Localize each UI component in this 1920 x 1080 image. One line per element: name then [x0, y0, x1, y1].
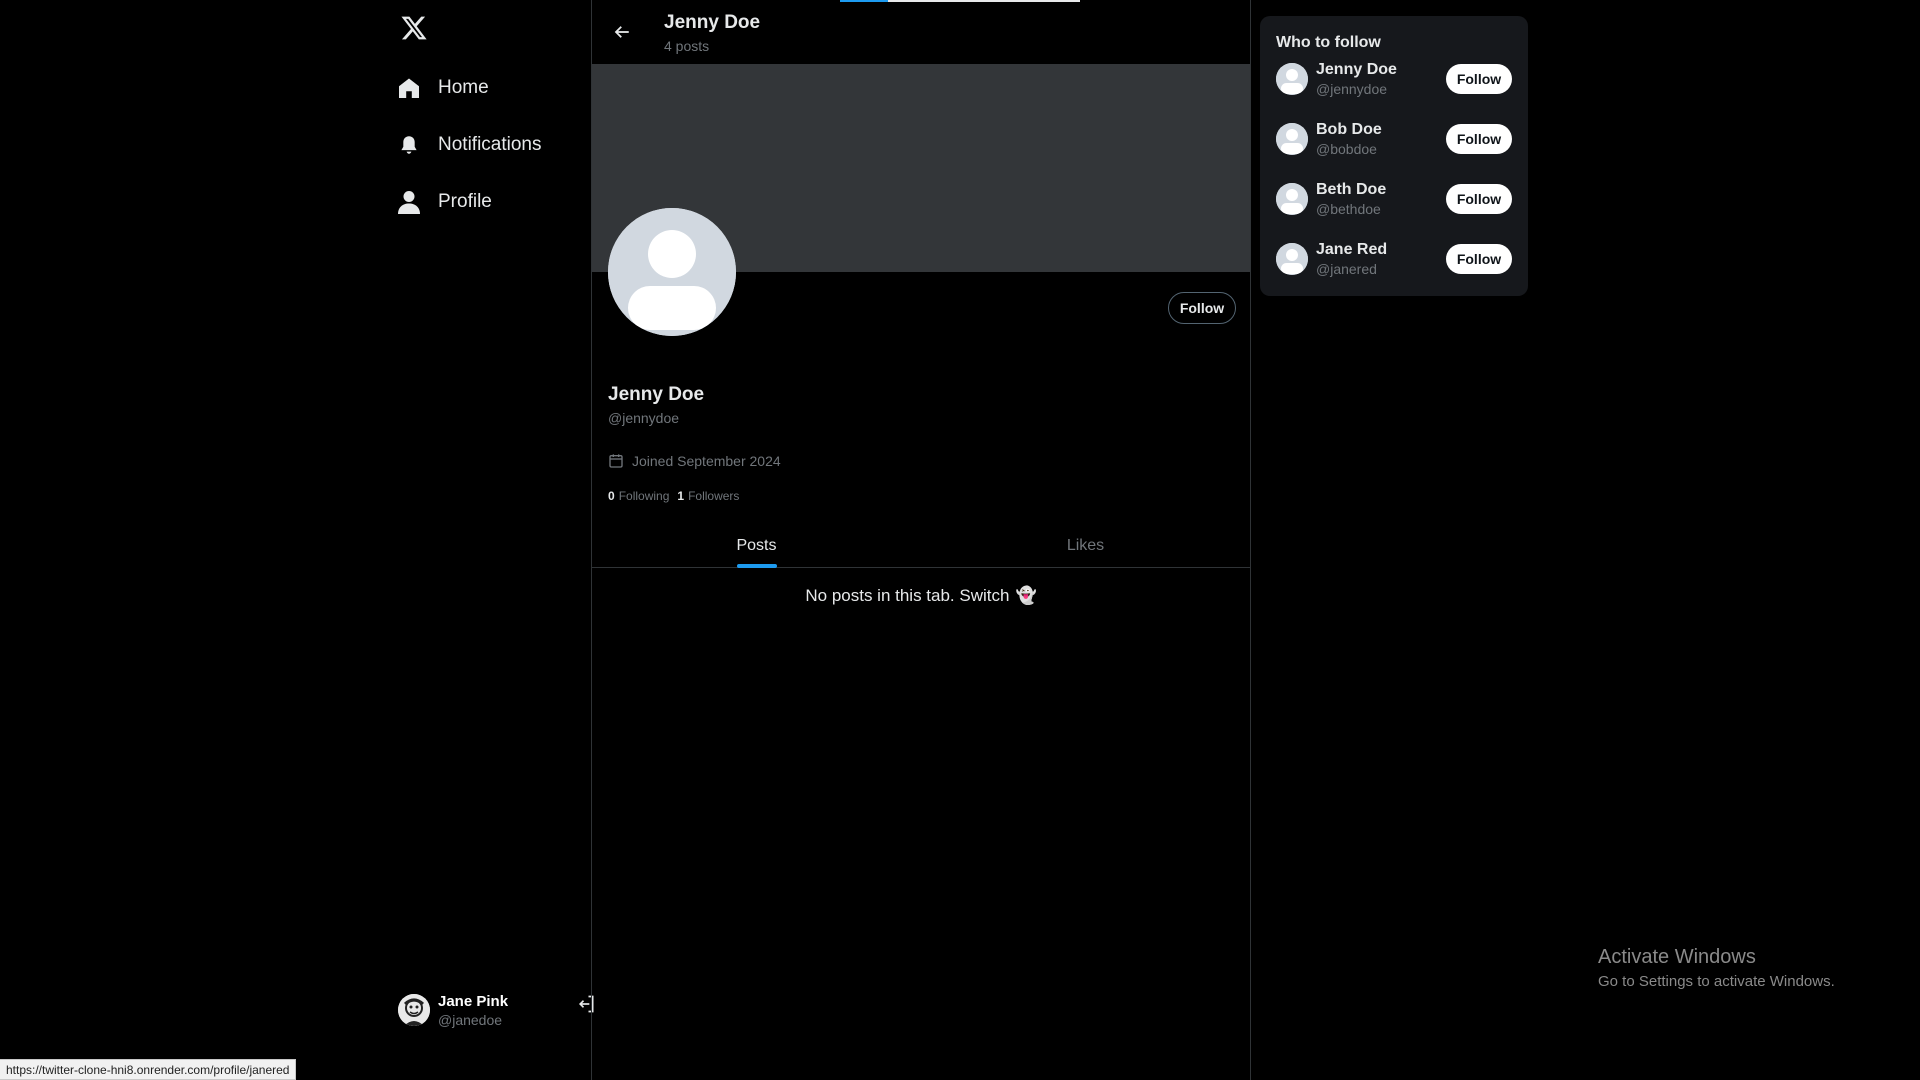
suggested-user-handle: @bobdoe: [1316, 141, 1377, 157]
following-label: Following: [618, 489, 670, 503]
page-title: Jenny Doe: [664, 12, 761, 33]
windows-activation-watermark: Activate Windows Go to Settings to activ…: [1598, 946, 1835, 990]
suggested-user-name: Beth Doe: [1316, 181, 1387, 198]
avatar: [1276, 63, 1308, 95]
main-nav: Home Notifications Profile: [388, 66, 550, 237]
tab-label: Likes: [1066, 536, 1105, 554]
avatar: [1276, 183, 1308, 215]
suggested-user-handle: @janered: [1316, 261, 1377, 277]
following-link[interactable]: 0 Following: [608, 489, 669, 503]
left-sidebar: Home Notifications Profile Jane Pink @ja…: [376, 0, 594, 1080]
main-column: Jenny Doe 4 posts Follow Jenny Doe @jenn…: [592, 0, 1250, 1080]
follow-counts: 0 Following 1 Followers: [608, 489, 747, 503]
followers-count: 1: [677, 489, 685, 503]
arrow-left-icon: [614, 26, 629, 38]
follow-button[interactable]: Follow: [1446, 124, 1512, 154]
who-to-follow-panel: Who to follow Jenny Doe @jennydoe Follow…: [1260, 16, 1528, 296]
follow-button[interactable]: Follow: [1446, 184, 1512, 214]
suggested-user-name: Jenny Doe: [1316, 61, 1397, 78]
profile-name: Jenny Doe: [608, 384, 705, 405]
suggested-user[interactable]: Beth Doe @bethdoe Follow: [1276, 176, 1512, 222]
watermark-subtitle: Go to Settings to activate Windows.: [1598, 973, 1835, 990]
sidebar-item-notifications[interactable]: Notifications: [388, 123, 550, 167]
follow-button[interactable]: Follow: [1446, 64, 1512, 94]
suggested-user[interactable]: Jane Red @janered Follow: [1276, 236, 1512, 282]
ghost-icon: 👻: [1015, 586, 1037, 605]
following-count: 0: [608, 489, 615, 503]
user-icon: [396, 189, 422, 215]
joined-date: Joined September 2024: [608, 453, 781, 469]
follow-button[interactable]: Follow: [1168, 292, 1236, 324]
suggested-user[interactable]: Bob Doe @bobdoe Follow: [1276, 116, 1512, 162]
account-handle: @janedoe: [438, 1011, 503, 1028]
who-to-follow-title: Who to follow: [1276, 34, 1381, 51]
sidebar-item-label: Profile: [438, 191, 492, 212]
empty-feed-message: No posts in this tab. Switch 👻: [592, 586, 1250, 606]
bell-icon: [396, 132, 422, 158]
post-count: 4 posts: [664, 38, 710, 54]
sidebar-item-profile[interactable]: Profile: [388, 180, 550, 224]
avatar: [1276, 243, 1308, 275]
suggested-user[interactable]: Jenny Doe @jennydoe Follow: [1276, 56, 1512, 102]
sidebar-item-home[interactable]: Home: [388, 66, 550, 110]
tab-likes[interactable]: Likes: [921, 524, 1250, 567]
home-icon: [396, 75, 422, 101]
tab-label: Posts: [736, 536, 777, 554]
x-logo-icon[interactable]: [394, 8, 434, 48]
link-preview-statusbar: https://twitter-clone-hni8.onrender.com/…: [0, 1059, 297, 1080]
followers-label: Followers: [688, 489, 740, 503]
account-name: Jane Pink: [438, 992, 509, 1010]
followers-link[interactable]: 1 Followers: [677, 489, 739, 503]
suggested-user-handle: @jennydoe: [1316, 81, 1388, 97]
follow-button[interactable]: Follow: [1446, 244, 1512, 274]
tab-posts[interactable]: Posts: [592, 524, 921, 568]
back-button[interactable]: [604, 14, 640, 50]
sidebar-item-label: Notifications: [438, 134, 542, 155]
avatar: [398, 994, 430, 1026]
sidebar-item-label: Home: [438, 77, 489, 98]
profile-tabs: Posts Likes: [592, 524, 1250, 568]
calendar-icon: [608, 453, 624, 469]
profile-handle: @jennydoe: [608, 410, 680, 426]
profile-avatar: [608, 208, 736, 336]
active-tab-indicator: [736, 564, 777, 568]
statusbar-url: https://twitter-clone-hni8.onrender.com/…: [6, 1062, 290, 1077]
avatar: [1276, 123, 1308, 155]
profile-header: Jenny Doe 4 posts: [592, 0, 1250, 64]
account-switcher[interactable]: Jane Pink @janedoe: [398, 988, 594, 1032]
column-divider: [1250, 0, 1251, 1080]
watermark-title: Activate Windows: [1598, 946, 1756, 968]
joined-text: Joined September 2024: [632, 453, 781, 469]
suggested-user-handle: @bethdoe: [1316, 201, 1381, 217]
suggested-user-name: Jane Red: [1316, 241, 1388, 258]
empty-text: No posts in this tab. Switch: [805, 586, 1010, 605]
suggested-user-name: Bob Doe: [1316, 121, 1382, 138]
